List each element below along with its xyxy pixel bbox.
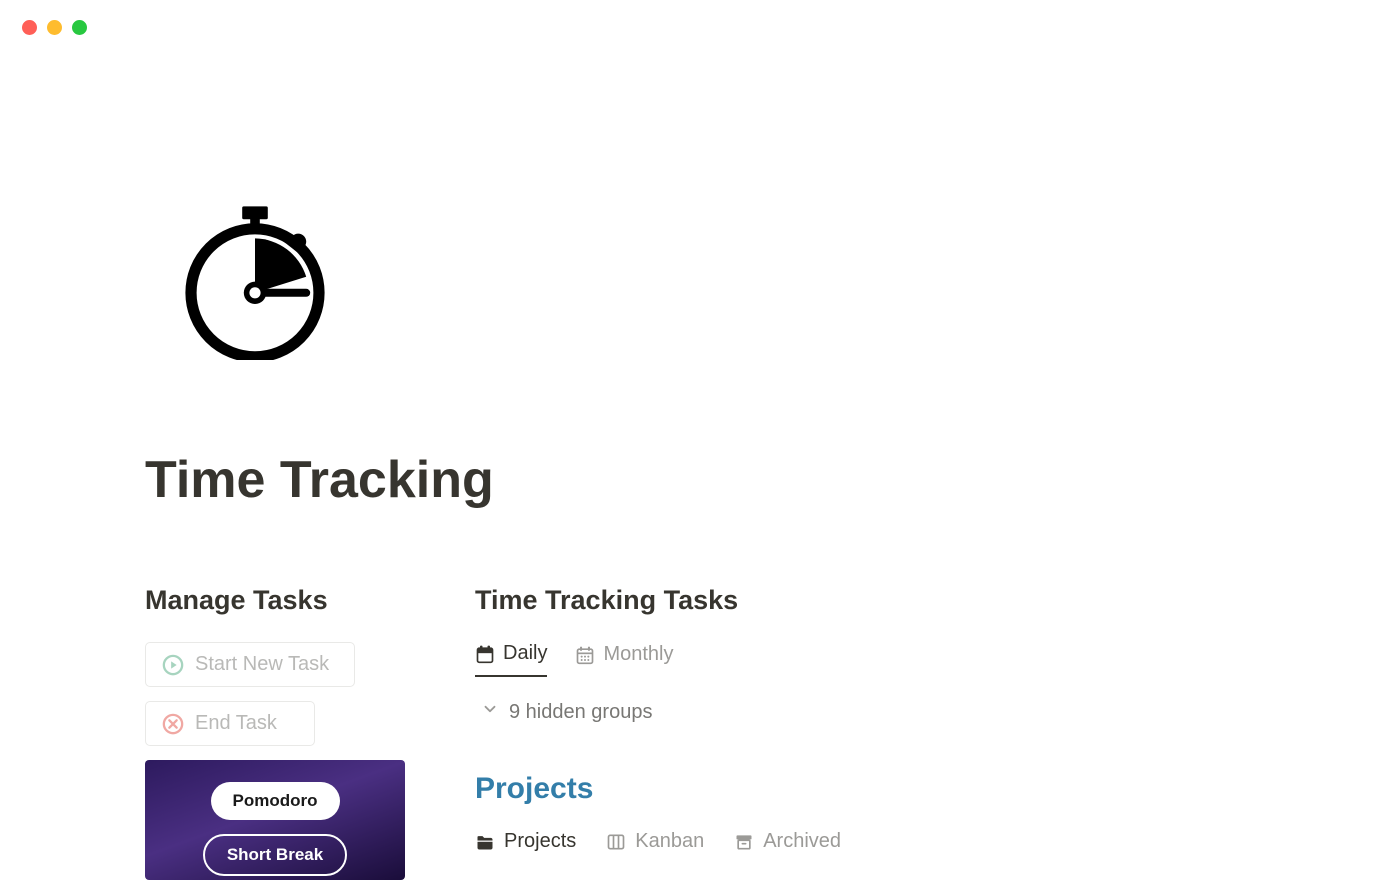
daily-tab[interactable]: Daily [475,642,547,677]
end-task-button[interactable]: End Task [145,701,315,746]
projects-tab-label: Projects [504,830,576,853]
pomodoro-tab[interactable]: Pomodoro [211,782,340,820]
calendar-day-icon [475,644,495,664]
pomodoro-widget: Pomodoro Short Break [145,760,405,880]
kanban-tab[interactable]: Kanban [606,830,704,853]
maximize-window-button[interactable] [72,20,87,35]
manage-tasks-heading: Manage Tasks [145,585,475,616]
kanban-icon [606,832,626,852]
start-new-task-button[interactable]: Start New Task [145,642,355,687]
kanban-tab-label: Kanban [635,830,704,853]
hidden-groups-label: 9 hidden groups [509,701,652,724]
minimize-window-button[interactable] [47,20,62,35]
page-title: Time Tracking [145,450,1400,510]
start-task-label: Start New Task [195,653,329,676]
play-circle-icon [162,654,184,676]
archive-icon [734,832,754,852]
archived-tab[interactable]: Archived [734,830,841,853]
close-window-button[interactable] [22,20,37,35]
chevron-down-icon [481,700,499,724]
folder-icon [475,832,495,852]
calendar-month-icon [575,645,595,665]
time-tracking-tasks-heading: Time Tracking Tasks [475,585,1400,616]
short-break-tab[interactable]: Short Break [203,834,347,876]
projects-tab[interactable]: Projects [475,830,576,853]
end-task-label: End Task [195,712,277,735]
close-circle-icon [162,713,184,735]
daily-tab-label: Daily [503,642,547,665]
tracking-view-tabs: Daily [475,642,1400,678]
window-traffic-lights [22,20,87,35]
monthly-tab[interactable]: Monthly [575,642,673,677]
archived-tab-label: Archived [763,830,841,853]
project-view-tabs: Projects Kanban [475,830,1400,853]
projects-heading[interactable]: Projects [475,772,1400,806]
monthly-tab-label: Monthly [603,643,673,666]
hidden-groups-toggle[interactable]: 9 hidden groups [481,700,1400,724]
stopwatch-icon [175,200,335,360]
